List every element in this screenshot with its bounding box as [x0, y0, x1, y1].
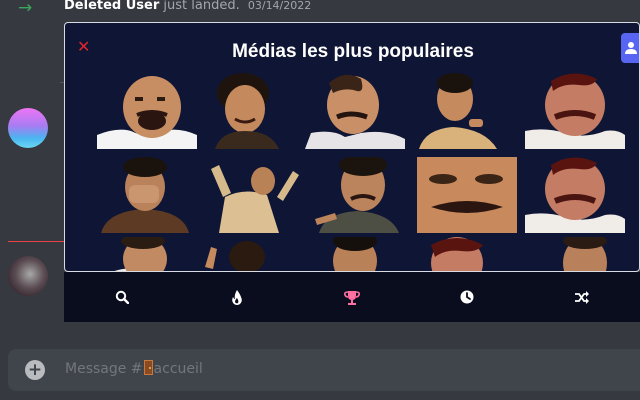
server-avatar[interactable] — [8, 108, 48, 148]
message-input[interactable]: Message # accueil — [65, 360, 203, 377]
plus-icon: + — [27, 359, 43, 380]
media-item[interactable] — [417, 157, 517, 233]
popup-title: Médias les plus populaires — [232, 41, 474, 62]
user-icon — [625, 42, 637, 54]
media-item[interactable] — [201, 237, 301, 271]
join-arrow-icon: → — [18, 0, 33, 18]
timestamp: 03/14/2022 — [247, 0, 312, 12]
door-icon — [143, 360, 153, 375]
tab-popular[interactable] — [336, 281, 368, 313]
trophy-icon — [343, 290, 360, 305]
user-avatar[interactable] — [8, 256, 48, 296]
media-item[interactable] — [201, 73, 301, 149]
popular-media-popup: ✕ Médias les plus populaires — [64, 22, 640, 272]
media-item[interactable] — [105, 237, 205, 271]
clock-icon — [460, 290, 474, 304]
tab-recent[interactable] — [451, 281, 483, 313]
attach-button[interactable]: + — [25, 360, 45, 380]
flame-icon — [231, 289, 242, 305]
media-item[interactable] — [321, 237, 421, 271]
media-item[interactable] — [97, 157, 197, 233]
message-composer: + Message # accueil — [8, 349, 640, 391]
media-item[interactable] — [417, 237, 517, 271]
members-button[interactable] — [621, 33, 639, 63]
system-text: just landed. — [163, 0, 240, 13]
media-tab-bar — [64, 272, 640, 322]
new-messages-divider — [8, 241, 68, 242]
tab-random[interactable] — [566, 281, 598, 313]
message-placeholder: Message # — [65, 361, 143, 377]
media-item[interactable] — [409, 73, 509, 149]
tab-search[interactable] — [106, 281, 138, 313]
media-item[interactable] — [97, 73, 197, 149]
channel-name: accueil — [153, 361, 203, 377]
media-item[interactable] — [309, 157, 409, 233]
search-icon — [115, 290, 129, 304]
media-item[interactable] — [525, 73, 625, 149]
media-item[interactable] — [525, 157, 625, 233]
shuffle-icon — [574, 290, 589, 304]
username[interactable]: Deleted User — [64, 0, 159, 13]
system-message: → Deleted User just landed. 03/14/2022 — [0, 0, 640, 18]
media-item[interactable] — [541, 237, 639, 271]
media-item[interactable] — [205, 157, 305, 233]
tab-trending[interactable] — [221, 281, 253, 313]
media-item[interactable] — [305, 73, 405, 149]
